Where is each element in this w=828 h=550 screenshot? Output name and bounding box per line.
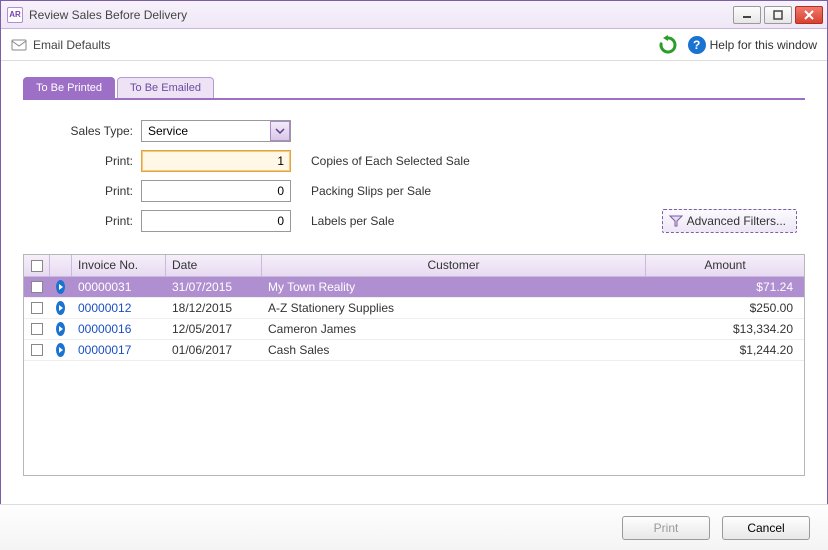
sales-type-field[interactable] [141,120,291,142]
footer: Print Cancel [0,504,828,550]
maximize-icon [773,10,783,20]
customer-name: A-Z Stationery Supplies [262,301,646,315]
copies-input[interactable] [141,150,291,172]
minimize-button[interactable] [733,6,761,24]
row-checkbox[interactable] [31,281,43,293]
row-checkbox-cell[interactable] [24,302,50,314]
row-checkbox[interactable] [31,344,43,356]
envelope-icon [11,37,27,53]
invoice-date: 18/12/2015 [166,301,262,315]
row-checkbox-cell[interactable] [24,344,50,356]
table-row[interactable]: 0000001612/05/2017Cameron James$13,334.2… [24,319,804,340]
row-checkbox-cell[interactable] [24,281,50,293]
header-amount[interactable]: Amount [646,255,804,276]
arrow-right-icon [56,322,65,336]
invoice-amount: $71.24 [646,280,804,294]
advanced-filters-label: Advanced Filters... [687,214,786,228]
row-checkbox[interactable] [31,323,43,335]
refresh-button[interactable] [656,33,680,57]
packing-desc: Packing Slips per Sale [311,184,431,198]
window-title: Review Sales Before Delivery [29,8,730,22]
titlebar: AR Review Sales Before Delivery [1,1,827,29]
arrow-right-icon [56,280,65,294]
print-labels-label: Print: [31,214,141,228]
print-copies-label: Print: [31,154,141,168]
row-open-cell[interactable] [50,343,72,357]
toolbar: Email Defaults ? Help for this window [1,29,827,61]
arrow-right-icon [56,343,65,357]
header-date[interactable]: Date [166,255,262,276]
minimize-icon [742,10,752,20]
tab-to-be-printed[interactable]: To Be Printed [23,77,115,98]
help-link[interactable]: ? Help for this window [688,36,817,54]
row-open-cell[interactable] [50,322,72,336]
select-all-checkbox[interactable] [31,260,43,272]
row-open-cell[interactable] [50,301,72,315]
invoice-date: 12/05/2017 [166,322,262,336]
help-label: Help for this window [710,38,817,52]
invoice-number-link[interactable]: 00000012 [72,301,166,315]
invoice-date: 31/07/2015 [166,280,262,294]
invoice-number-link[interactable]: 00000031 [72,280,166,294]
invoice-amount: $13,334.20 [646,322,804,336]
form-area: Sales Type: Print: Copies of Each Select… [23,110,805,246]
labels-desc: Labels per Sale [311,214,394,228]
header-customer[interactable]: Customer [262,255,646,276]
email-defaults-label: Email Defaults [33,38,110,52]
print-button[interactable]: Print [622,516,710,540]
advanced-filters-button[interactable]: Advanced Filters... [662,209,797,233]
invoice-amount: $250.00 [646,301,804,315]
content: To Be Printed To Be Emailed Sales Type: … [1,61,827,476]
sales-type-label: Sales Type: [31,124,141,138]
arrow-right-icon [56,301,65,315]
help-icon: ? [688,36,706,54]
invoice-amount: $1,244.20 [646,343,804,357]
invoice-number-link[interactable]: 00000016 [72,322,166,336]
cancel-button[interactable]: Cancel [722,516,810,540]
close-icon [804,10,814,20]
refresh-icon [658,35,678,55]
table-row[interactable]: 0000001701/06/2017Cash Sales$1,244.20 [24,340,804,361]
tab-to-be-emailed[interactable]: To Be Emailed [117,77,214,98]
chevron-down-icon [275,126,285,136]
sales-type-dropdown-button[interactable] [270,121,290,141]
copies-desc: Copies of Each Selected Sale [311,154,470,168]
maximize-button[interactable] [764,6,792,24]
header-invoice-no[interactable]: Invoice No. [72,255,166,276]
row-checkbox-cell[interactable] [24,323,50,335]
grid-body: 0000003131/07/2015My Town Reality$71.240… [24,277,804,361]
tab-underline [23,98,805,100]
invoice-grid: Invoice No. Date Customer Amount 0000003… [23,254,805,476]
header-go [50,255,72,276]
labels-input[interactable] [141,210,291,232]
email-defaults-link[interactable]: Email Defaults [11,37,110,53]
invoice-number-link[interactable]: 00000017 [72,343,166,357]
filter-icon [669,214,683,228]
invoice-date: 01/06/2017 [166,343,262,357]
print-packing-label: Print: [31,184,141,198]
header-select-all[interactable] [24,255,50,276]
tabs: To Be Printed To Be Emailed [23,77,805,98]
customer-name: Cameron James [262,322,646,336]
row-open-cell[interactable] [50,280,72,294]
sales-type-select[interactable] [141,120,291,142]
packing-input[interactable] [141,180,291,202]
customer-name: My Town Reality [262,280,646,294]
close-button[interactable] [795,6,823,24]
table-row[interactable]: 0000003131/07/2015My Town Reality$71.24 [24,277,804,298]
row-checkbox[interactable] [31,302,43,314]
customer-name: Cash Sales [262,343,646,357]
app-icon: AR [7,7,23,23]
table-row[interactable]: 0000001218/12/2015A-Z Stationery Supplie… [24,298,804,319]
grid-header: Invoice No. Date Customer Amount [24,255,804,277]
